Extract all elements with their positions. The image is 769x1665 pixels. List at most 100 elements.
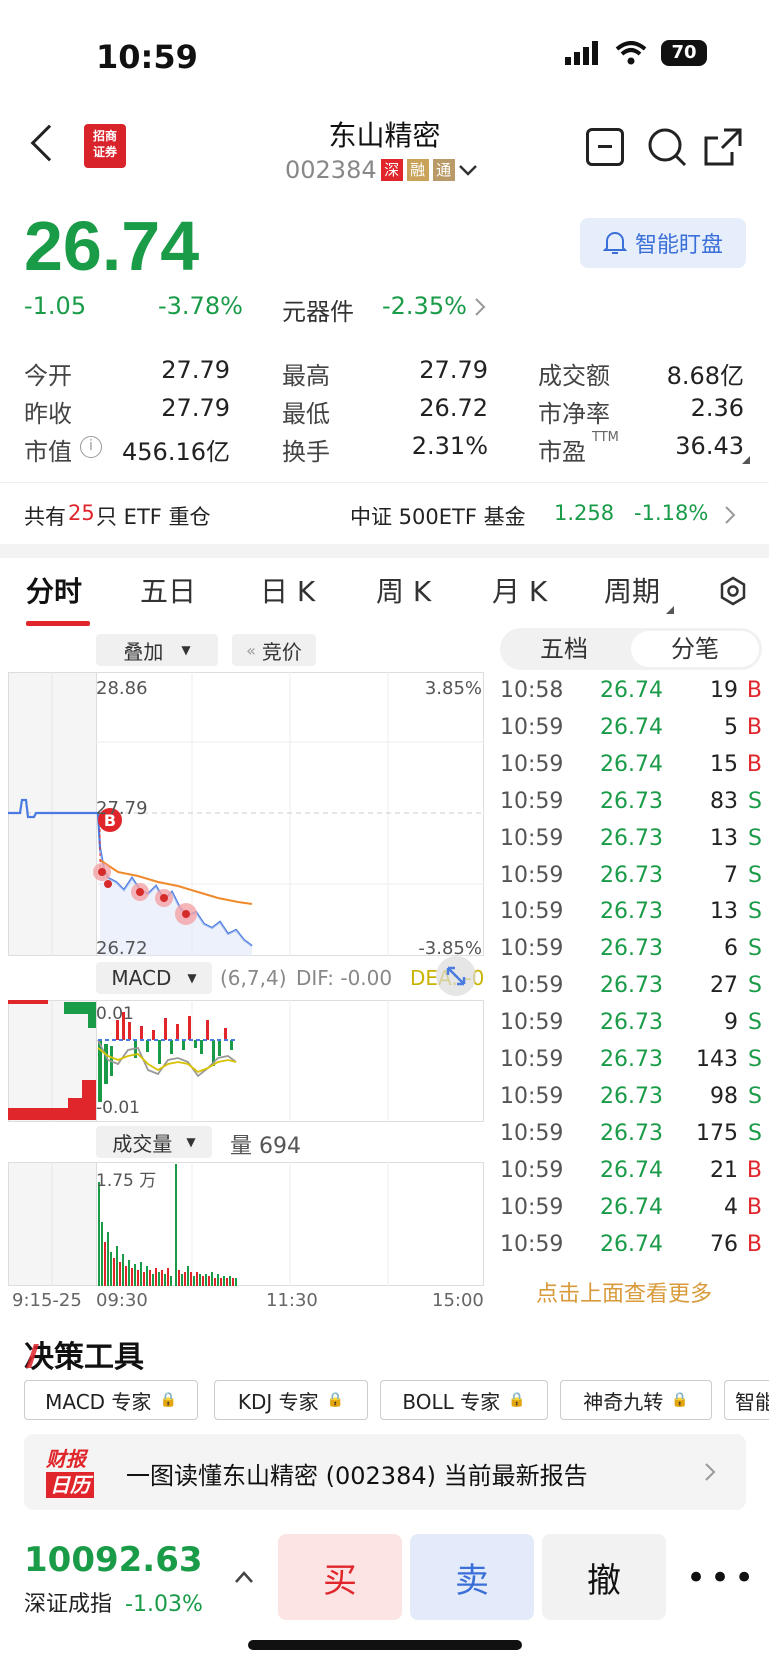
minus-box-icon[interactable] [586,128,624,166]
trade-volume: 5 [724,714,738,740]
current-price: 26.74 [24,207,200,285]
tab-intraday[interactable]: 分时 [26,570,82,610]
buy-button[interactable]: 买 [278,1534,402,1620]
settings-icon[interactable] [718,576,748,606]
stat-value: 27.79 [419,356,488,384]
share-icon[interactable] [702,126,744,168]
trade-side: B [746,678,762,703]
home-indicator [248,1640,522,1650]
trade-time: 10:59 [500,973,564,999]
intraday-price-chart[interactable]: B [8,672,484,956]
chevron-up-icon[interactable] [234,1570,254,1584]
tab-period[interactable]: 周期 [604,570,660,610]
cancel-order-button[interactable]: 撤 [542,1534,666,1620]
trade-price: 26.74 [600,1157,663,1183]
tools-title-text: 决策工具 [24,1340,144,1375]
trade-time: 10:59 [500,714,564,740]
stock-code: 002384 [285,156,377,184]
trade-volume: 175 [696,1120,738,1146]
tag-shen: 深 [380,159,403,181]
overlay-dropdown[interactable]: 叠加 ▼ [96,634,218,666]
trade-row: 10:59 26.74 5 B [500,715,762,752]
volume-label: 成交量 [112,1131,173,1156]
price-axis-mid: 27.79 [96,798,148,819]
etf-count: 25 [68,501,95,525]
price-change-pct: -3.78% [158,292,243,320]
trades-segment-control: 五档 分笔 [500,628,762,670]
trade-time: 10:59 [500,1047,564,1072]
auction-toggle[interactable]: « 竞价 [232,634,316,666]
trade-price: 26.73 [600,1120,663,1146]
etf-row[interactable]: 共有 25 只 ETF 重仓 中证 500ETF 基金 1.258 -1.18% [0,482,769,544]
view-more-link[interactable]: 点击上面查看更多 [536,1276,712,1308]
volume-value: 量 694 [230,1134,301,1159]
trade-row: 10:59 26.73 143 S [500,1047,762,1084]
trade-row: 10:59 26.74 76 B [500,1232,762,1269]
macd-dropdown[interactable]: MACD ▼ [96,962,212,994]
chevron-right-icon[interactable] [474,297,486,317]
smart-watch-label: 智能盯盘 [634,233,723,258]
stat-label: 成交额 [538,362,610,390]
expand-icon[interactable] [436,956,476,996]
tool-chip-nine-turn[interactable]: 神奇九转 🔒 [560,1380,712,1420]
tool-chip-kdj[interactable]: KDJ 专家 🔒 [214,1380,368,1420]
trade-time: 10:59 [500,1231,564,1257]
trade-price: 26.73 [600,973,663,999]
trade-price: 26.73 [600,899,663,925]
trade-row: 10:59 26.74 4 B [500,1195,762,1232]
trade-row: 10:59 26.73 27 S [500,973,762,1010]
sector-name[interactable]: 元器件 [282,292,354,327]
earnings-report-card[interactable]: 财报 日历 一图读懂东山精密 (002384) 当前最新报告 [24,1434,746,1510]
period-corner-icon [666,606,674,614]
tab-tick-trades[interactable]: 分笔 [631,631,759,667]
time-axis-label: 15:00 [432,1290,484,1311]
trade-side: S [748,862,762,888]
bell-icon [602,232,627,254]
trade-volume: 4 [724,1194,738,1220]
tab-order-book[interactable]: 五档 [500,628,628,670]
trade-row: 10:59 26.73 9 S [500,1010,762,1047]
trade-row: 10:59 26.73 175 S [500,1121,762,1158]
tab-five-day[interactable]: 五日 [140,570,196,610]
stock-code-line[interactable]: 002384 深 融 通 [285,156,477,184]
sector-pct[interactable]: -2.35% [382,292,467,320]
trade-side: B [746,751,762,777]
more-icon[interactable]: ••• [686,1558,758,1598]
info-icon[interactable]: i [80,436,102,458]
trade-time: 10:58 [500,678,564,703]
stat-label: 换手 [282,438,330,466]
stat-value: 27.79 [161,356,230,384]
trade-side: S [748,788,762,814]
trade-volume: 7 [724,862,738,888]
trade-side: S [748,1010,762,1036]
trade-side: S [748,1120,762,1146]
tool-chip-boll[interactable]: BOLL 专家 🔒 [380,1380,548,1420]
trade-time: 10:59 [500,1083,564,1109]
trade-price: 26.73 [600,936,663,962]
trade-time: 10:59 [500,1120,564,1146]
tool-chip-smart[interactable]: 智能 [724,1380,769,1420]
chevron-down-icon [458,165,477,176]
tool-chip-macd[interactable]: MACD 专家 🔒 [24,1380,198,1420]
caret-down-icon: ▼ [181,643,191,657]
tab-monthly-k[interactable]: 月 K [492,570,547,610]
trade-side: S [748,936,762,962]
tab-weekly-k[interactable]: 周 K [376,570,431,610]
stat-value: 456.16亿 [122,438,230,466]
tab-daily-k[interactable]: 日 K [260,570,315,610]
stat-label: 市盈 [538,438,586,466]
index-value[interactable]: 10092.63 [24,1540,203,1580]
volume-dropdown[interactable]: 成交量 ▼ [96,1126,212,1158]
search-icon[interactable] [646,126,688,168]
index-pct: -1.03% [125,1592,203,1617]
sell-button[interactable]: 卖 [410,1534,534,1620]
status-time: 10:59 [96,38,198,76]
smart-watch-button[interactable]: 智能盯盘 [580,218,746,268]
expand-corner-icon[interactable] [742,456,750,464]
trade-row: 10:59 26.73 13 S [500,826,762,863]
volume-chart[interactable] [8,1162,484,1286]
trade-volume: 15 [710,751,738,777]
macd-chart[interactable] [8,1000,484,1122]
trade-row: 10:58 26.74 19 B [500,678,762,715]
index-line[interactable]: 深证成指 -1.03% [24,1586,203,1618]
